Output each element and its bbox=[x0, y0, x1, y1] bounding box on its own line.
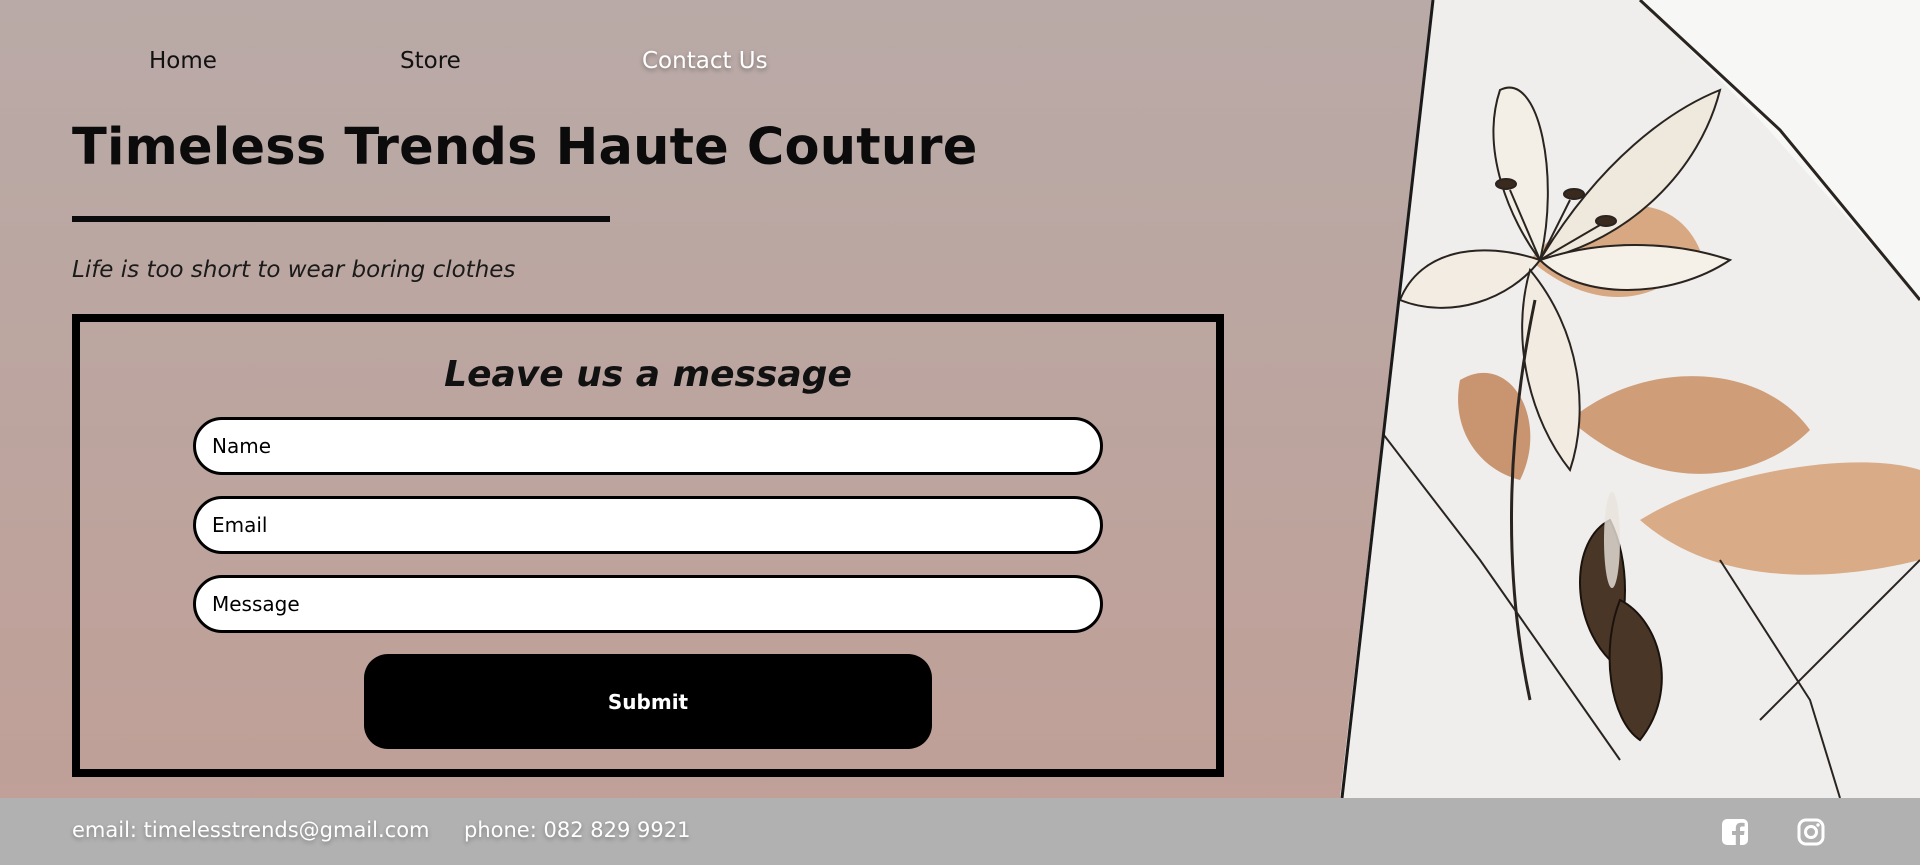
title-divider bbox=[72, 216, 610, 222]
nav-home-link[interactable]: Home bbox=[149, 48, 217, 74]
facebook-icon[interactable] bbox=[1720, 817, 1750, 847]
footer-email: email: timelesstrends@gmail.com bbox=[72, 818, 430, 842]
tagline: Life is too short to wear boring clothes bbox=[72, 257, 516, 283]
email-input[interactable] bbox=[193, 496, 1103, 554]
nav-store-link[interactable]: Store bbox=[400, 48, 461, 74]
nav-contact-link[interactable]: Contact Us bbox=[642, 48, 768, 74]
submit-button[interactable]: Submit bbox=[364, 654, 932, 749]
page-title: Timeless Trends Haute Couture bbox=[72, 118, 978, 177]
footer: email: timelesstrends@gmail.com phone: 0… bbox=[0, 798, 1920, 865]
name-input[interactable] bbox=[193, 417, 1103, 475]
form-heading: Leave us a message bbox=[444, 354, 852, 395]
footer-phone: phone: 082 829 9921 bbox=[464, 818, 691, 842]
message-input[interactable] bbox=[193, 575, 1103, 633]
contact-form: Leave us a message Submit bbox=[72, 314, 1224, 777]
instagram-icon[interactable] bbox=[1796, 817, 1826, 847]
floral-fabric-image bbox=[1340, 0, 1920, 798]
